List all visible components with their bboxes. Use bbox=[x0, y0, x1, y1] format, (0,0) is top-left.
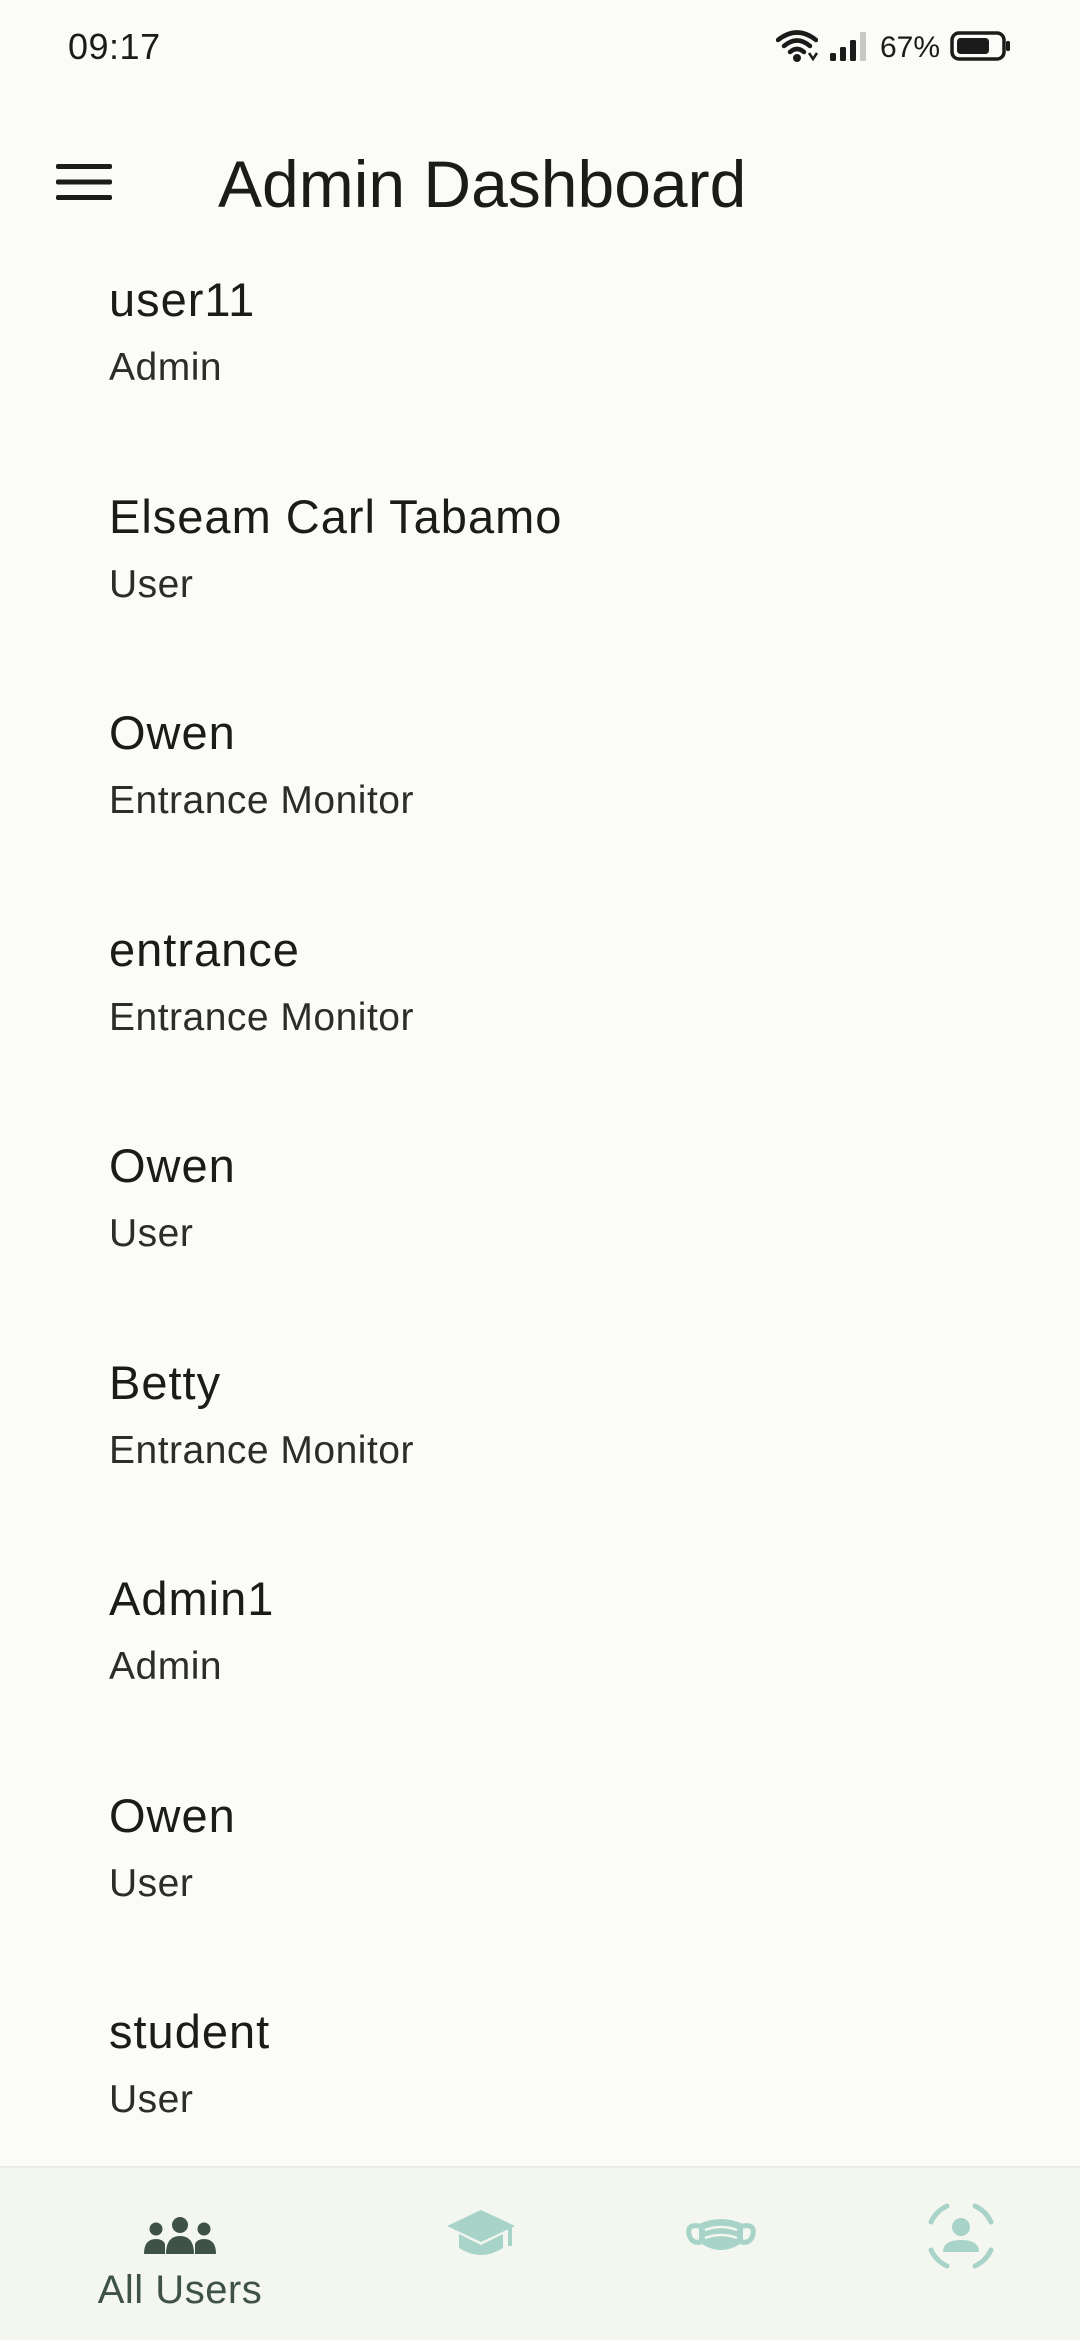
list-item[interactable]: Admin1 Admin bbox=[0, 1563, 1080, 1780]
user-name: Owen bbox=[109, 1788, 236, 1842]
user-name: Owen bbox=[109, 706, 236, 759]
user-name: Admin1 bbox=[109, 1572, 275, 1625]
user-list[interactable]: user11 Admin Elseam Carl Tabamo User Owe… bbox=[0, 264, 1080, 2166]
nav-label-all-users: All Users bbox=[97, 2268, 263, 2312]
nav-item-all-users[interactable]: All Users bbox=[45, 2168, 315, 2340]
page-title: Admin Dashboard bbox=[218, 147, 747, 221]
user-role: Admin bbox=[109, 1645, 223, 1688]
user-name: Elseam Carl Tabamo bbox=[109, 489, 563, 543]
user-name: Betty bbox=[109, 1355, 222, 1409]
user-name: student bbox=[109, 2005, 271, 2058]
screen: 09:17 67% Admin Dashboard user11 Admin E… bbox=[0, 0, 1080, 2340]
list-item[interactable]: Owen Entrance Monitor bbox=[0, 697, 1080, 914]
user-role: User bbox=[109, 1861, 194, 1905]
list-item[interactable]: Owen User bbox=[0, 1780, 1080, 1997]
status-bar: 09:17 67% bbox=[0, 0, 1080, 96]
face-scan-icon bbox=[921, 2203, 1001, 2269]
user-role: Entrance Monitor bbox=[109, 995, 414, 1039]
user-name: entrance bbox=[109, 922, 300, 976]
user-name: user11 bbox=[109, 273, 256, 326]
status-time: 09:17 bbox=[68, 26, 161, 67]
user-role: User bbox=[109, 1212, 194, 1255]
user-role: User bbox=[109, 2078, 194, 2121]
list-item[interactable]: student User bbox=[0, 1996, 1080, 2166]
user-role: Entrance Monitor bbox=[109, 1428, 414, 1472]
list-item[interactable]: entrance Entrance Monitor bbox=[0, 914, 1080, 1131]
list-item[interactable]: user11 Admin bbox=[0, 264, 1080, 481]
battery-icon bbox=[950, 30, 1012, 67]
menu-icon bbox=[56, 162, 112, 207]
user-role: User bbox=[109, 562, 194, 606]
bottom-navigation: All Users bbox=[0, 2166, 1080, 2340]
app-bar: Admin Dashboard bbox=[0, 96, 1080, 264]
status-icons: 67% bbox=[775, 28, 1012, 68]
user-name: Owen bbox=[109, 1139, 236, 1192]
nav-item-mask[interactable] bbox=[586, 2168, 856, 2340]
list-item[interactable]: Elseam Carl Tabamo User bbox=[0, 481, 1080, 698]
menu-button[interactable] bbox=[40, 140, 128, 228]
signal-icon bbox=[828, 29, 870, 68]
group-icon bbox=[140, 2204, 220, 2268]
list-item[interactable]: Owen User bbox=[0, 1130, 1080, 1347]
nav-item-face-scan[interactable] bbox=[826, 2168, 1080, 2340]
nav-item-students[interactable] bbox=[346, 2168, 616, 2340]
face-mask-icon bbox=[681, 2204, 761, 2268]
battery-percent: 67% bbox=[879, 31, 940, 64]
user-role: Entrance Monitor bbox=[109, 779, 414, 822]
user-role: Admin bbox=[109, 346, 223, 389]
wifi-icon bbox=[775, 29, 819, 68]
list-item[interactable]: Betty Entrance Monitor bbox=[0, 1347, 1080, 1564]
graduation-cap-icon bbox=[441, 2204, 521, 2268]
